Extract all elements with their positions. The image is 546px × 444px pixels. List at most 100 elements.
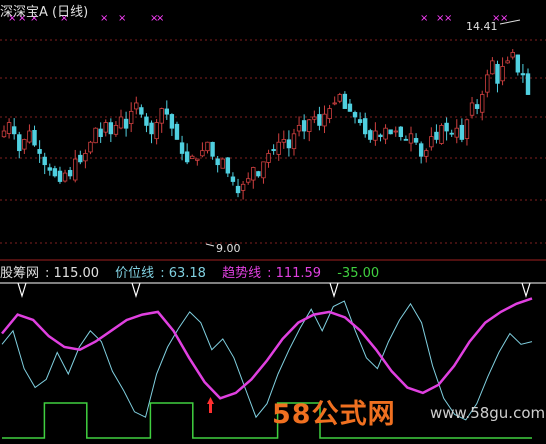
up-arrow-stem (209, 404, 212, 413)
candle-body (469, 102, 475, 116)
candle-body (500, 66, 505, 82)
candle-body (373, 130, 378, 141)
candle-body (205, 141, 210, 152)
candle-body (47, 167, 52, 171)
candle-body (93, 127, 98, 144)
candle-body (393, 130, 398, 133)
candle-body (332, 102, 337, 105)
candle-body (179, 142, 185, 154)
candle-body (159, 108, 164, 124)
candle-body (149, 122, 154, 135)
candle-body (78, 154, 83, 163)
v-marker (131, 282, 141, 299)
candle-body (363, 118, 368, 135)
candle-body (434, 131, 439, 140)
candle-body (230, 176, 236, 182)
candle-body (510, 52, 515, 58)
candle-body (98, 128, 103, 138)
candle-body (88, 141, 93, 153)
candle-body (307, 119, 312, 132)
candle-body (256, 171, 261, 177)
candle-body (190, 155, 195, 160)
candle-body (200, 150, 205, 157)
indicator-legend: 股筹网: 115.00 价位线: 63.18 趋势线: 111.59 -35.0… (0, 262, 385, 281)
trend-line-value: 111.59 (275, 266, 322, 281)
candle-body (312, 116, 317, 120)
candle-body (67, 170, 73, 177)
candle-body (164, 108, 169, 115)
candle-body (6, 122, 12, 134)
candle-body (525, 73, 531, 95)
candle-body (103, 122, 108, 133)
candle-body (195, 158, 200, 161)
candle-body (459, 124, 465, 140)
candle-body (378, 134, 383, 138)
candle-body (27, 130, 32, 143)
x-marker: × (100, 13, 108, 24)
candle-body (342, 93, 348, 109)
candle-body (408, 133, 414, 144)
indicator-label: 股筹网 (0, 266, 40, 281)
candle-body (337, 94, 342, 102)
candle-body (495, 63, 500, 84)
candle-body (83, 153, 88, 162)
candle-body (515, 54, 521, 73)
candle-body (490, 60, 495, 75)
candle-body (271, 149, 276, 152)
candle-body (413, 138, 419, 143)
candle-body (123, 118, 129, 129)
candle-body (418, 143, 424, 157)
candle-body (464, 119, 470, 139)
candle-body (352, 112, 358, 118)
chart-svg: × × × × × × ×× × × × × × (0, 13, 546, 439)
candle-body (317, 114, 322, 126)
candle-body (128, 110, 134, 124)
candlestick-series (1, 19, 531, 247)
candle-body (210, 141, 215, 157)
candle-body (276, 141, 281, 155)
chart-title: 深深宝A (日线) (0, 5, 89, 20)
candle-body (62, 172, 68, 182)
price-line-legend: 价位线: 63.18 (115, 266, 206, 281)
candle-body (220, 158, 225, 169)
candle-body (22, 139, 27, 150)
chart-root: { "title": "深深宝A (日线)", "indicator": { "… (0, 0, 546, 444)
candle-body (169, 114, 175, 129)
up-arrow-marker (207, 397, 214, 404)
candle-body (42, 156, 47, 166)
high-label: 14.41 (466, 20, 498, 33)
candle-body (388, 129, 393, 135)
candle-body (368, 130, 373, 140)
candle-body (144, 116, 149, 126)
candle-body (57, 170, 63, 182)
trend-line-legend: 趋势线: 111.59 (222, 266, 322, 281)
candle-body (184, 151, 190, 163)
diff-value: -35.00 (337, 266, 380, 281)
candle-body (1, 130, 7, 138)
price-line-label: 价位线 (115, 266, 155, 281)
candle-body (281, 139, 287, 143)
indicator-name: 股筹网: 115.00 (0, 266, 100, 281)
candle-body (37, 149, 42, 154)
candle-body (327, 108, 332, 119)
candle-body (11, 126, 17, 135)
trend-line (1, 297, 533, 400)
candle-body (118, 116, 124, 129)
low-arrow (205, 243, 215, 247)
candle-body (225, 157, 231, 174)
candle-body (383, 127, 388, 140)
candle-body (245, 178, 251, 183)
candle-body (454, 127, 459, 138)
candle-body (174, 123, 180, 140)
candle-body (139, 107, 144, 115)
candle-body (134, 102, 139, 110)
candle-body (108, 122, 114, 135)
candle-body (322, 113, 327, 127)
v-marker (17, 282, 27, 299)
candle-body (347, 103, 353, 112)
candle-body (291, 133, 297, 150)
watermark-url: www.58gu.com (430, 404, 546, 422)
candle-body (520, 73, 526, 76)
candle-body (73, 158, 78, 181)
grid-lines (0, 39, 546, 244)
